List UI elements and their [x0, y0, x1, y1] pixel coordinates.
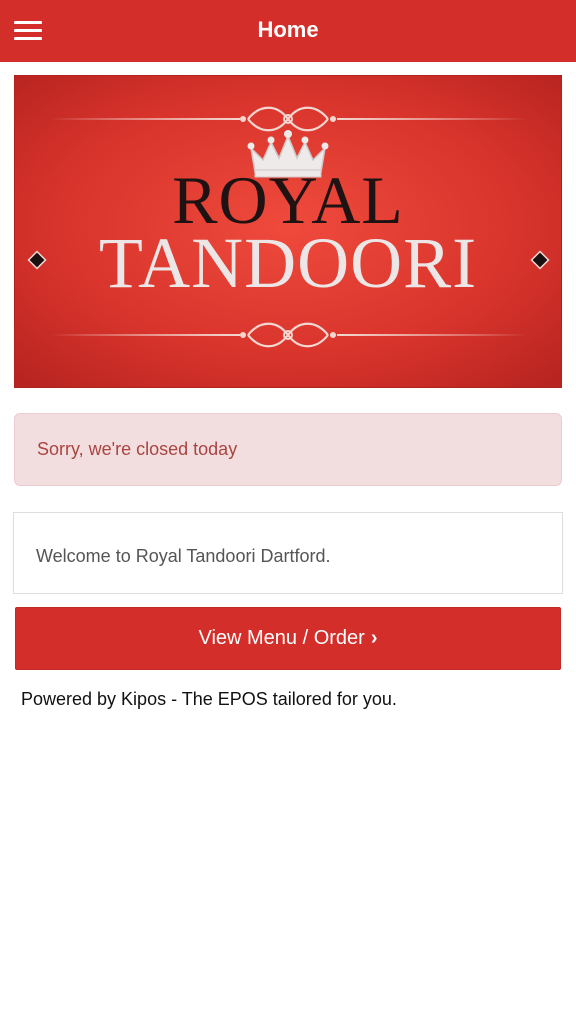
banner-title-line2: TANDOORI — [99, 223, 477, 303]
order-button-label: View Menu / Order — [198, 627, 365, 649]
welcome-text: Welcome to Royal Tandoori Dartford. — [36, 546, 331, 566]
chevron-right-icon: › — [370, 627, 378, 649]
closed-notice-text: Sorry, we're closed today — [37, 439, 238, 459]
welcome-panel: Welcome to Royal Tandoori Dartford. — [13, 512, 563, 594]
powered-by-text: Powered by Kipos - The EPOS tailored for… — [21, 689, 397, 709]
view-menu-order-button[interactable]: View Menu / Order › — [15, 607, 561, 670]
closed-notice: Sorry, we're closed today — [14, 413, 562, 486]
app-screen: Home ROYAL TANDOORI Sorry, we're closed … — [0, 0, 576, 1024]
top-bar: Home — [0, 0, 576, 62]
restaurant-banner: ROYAL TANDOORI — [14, 75, 562, 388]
page-title: Home — [257, 17, 319, 42]
